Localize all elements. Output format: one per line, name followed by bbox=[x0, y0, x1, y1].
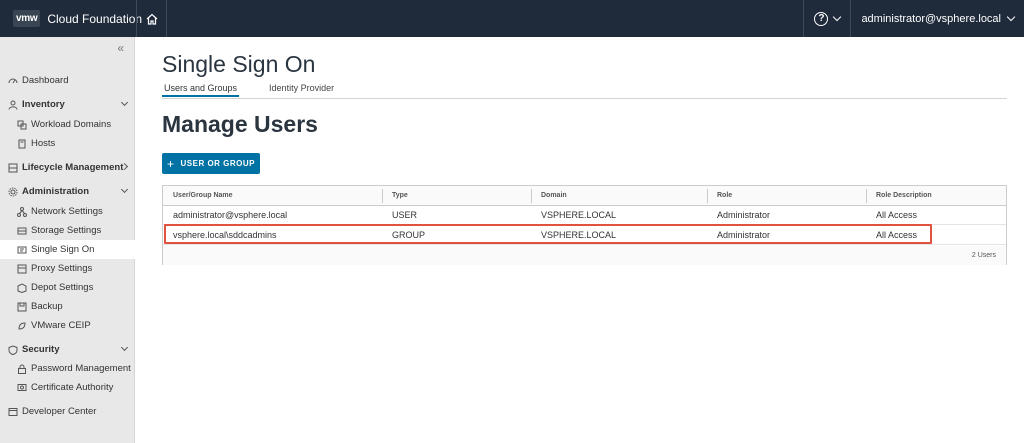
sidebar-item-label: Security bbox=[22, 344, 60, 355]
user-menu[interactable]: administrator@vsphere.local bbox=[851, 0, 1024, 37]
sso-icon bbox=[17, 245, 27, 255]
workload-domains-icon bbox=[17, 120, 27, 130]
sidebar: « Dashboard Inventory Workload Domains H… bbox=[0, 37, 135, 443]
grid-header: User/Group Name Type Domain Role Role De… bbox=[163, 186, 1006, 206]
sidebar-item-label: Administration bbox=[22, 186, 90, 197]
lifecycle-icon bbox=[8, 163, 18, 173]
column-header-type[interactable]: Type bbox=[382, 186, 408, 205]
administration-icon bbox=[8, 187, 18, 197]
table-row[interactable]: vsphere.local\sddcadmins GROUP VSPHERE.L… bbox=[163, 226, 1006, 245]
sidebar-item-hosts[interactable]: Hosts bbox=[0, 134, 135, 153]
sidebar-item-workload-domains[interactable]: Workload Domains bbox=[0, 115, 135, 134]
plus-icon: + bbox=[166, 156, 175, 171]
sidebar-item-label: Developer Center bbox=[22, 406, 97, 417]
brand[interactable]: vmw Cloud Foundation bbox=[0, 0, 142, 37]
inventory-icon bbox=[8, 100, 18, 110]
section-title: Manage Users bbox=[162, 111, 318, 137]
page-title: Single Sign On bbox=[162, 51, 316, 77]
sidebar-item-label: Certificate Authority bbox=[31, 382, 114, 393]
sidebar-item-label: Depot Settings bbox=[31, 282, 94, 293]
sidebar-item-network-settings[interactable]: Network Settings bbox=[0, 202, 135, 221]
main-content: Single Sign On Users and Groups Identity… bbox=[136, 37, 1024, 443]
sidebar-item-developer-center[interactable]: Developer Center bbox=[0, 402, 135, 421]
sidebar-group-administration[interactable]: Administration bbox=[0, 182, 135, 201]
sidebar-item-label: Backup bbox=[31, 301, 63, 312]
sidebar-item-certificate-authority[interactable]: Certificate Authority bbox=[0, 378, 135, 397]
chevron-down-icon bbox=[120, 185, 129, 194]
chevron-down-icon bbox=[120, 98, 129, 107]
sidebar-group-security[interactable]: Security bbox=[0, 340, 135, 359]
ceip-icon bbox=[17, 321, 27, 331]
sidebar-item-backup[interactable]: Backup bbox=[0, 297, 135, 316]
sidebar-item-label: Single Sign On bbox=[31, 244, 95, 255]
sidebar-item-label: Password Management bbox=[31, 363, 131, 374]
sidebar-item-label: Lifecycle Management bbox=[22, 162, 124, 173]
dashboard-icon bbox=[8, 76, 18, 86]
top-header: vmw Cloud Foundation ? administrator@vsp… bbox=[0, 0, 1024, 37]
tab-identity-provider[interactable]: Identity Provider bbox=[267, 83, 336, 97]
column-header-role-description[interactable]: Role Description bbox=[866, 186, 932, 205]
sidebar-item-vmware-ceip[interactable]: VMware CEIP bbox=[0, 316, 135, 335]
user-name: administrator@vsphere.local bbox=[861, 12, 1001, 25]
users-grid: User/Group Name Type Domain Role Role De… bbox=[162, 185, 1007, 265]
password-icon bbox=[17, 364, 27, 374]
cell-name: administrator@vsphere.local bbox=[173, 210, 288, 220]
home-icon bbox=[146, 13, 157, 25]
depot-icon bbox=[17, 282, 27, 293]
cell-type: USER bbox=[392, 210, 418, 220]
column-header-role[interactable]: Role bbox=[707, 186, 732, 205]
hosts-icon bbox=[17, 139, 27, 149]
storage-icon bbox=[17, 226, 27, 236]
sidebar-item-label: Proxy Settings bbox=[31, 263, 93, 274]
sidebar-item-dashboard[interactable]: Dashboard bbox=[0, 71, 135, 90]
collapse-sidebar-icon[interactable]: « bbox=[117, 41, 124, 55]
row-count: 2 Users bbox=[971, 252, 996, 259]
column-header-name[interactable]: User/Group Name bbox=[163, 186, 233, 205]
add-user-or-group-button[interactable]: + USER OR GROUP bbox=[162, 153, 260, 174]
sidebar-item-storage-settings[interactable]: Storage Settings bbox=[0, 221, 135, 240]
cell-domain: VSPHERE.LOCAL bbox=[541, 210, 617, 220]
sidebar-item-label: Storage Settings bbox=[31, 225, 102, 236]
sidebar-item-label: Dashboard bbox=[22, 75, 69, 86]
cell-role-description: All Access bbox=[876, 210, 918, 220]
grid-footer: 2 Users bbox=[163, 246, 1006, 265]
tab-divider bbox=[162, 98, 1007, 99]
cell-name: vsphere.local\sddcadmins bbox=[173, 230, 277, 240]
chevron-down-icon bbox=[833, 12, 842, 22]
cell-type: GROUP bbox=[392, 230, 426, 240]
certificate-icon bbox=[17, 383, 27, 393]
sidebar-item-label: VMware CEIP bbox=[31, 320, 91, 331]
tab-users-and-groups[interactable]: Users and Groups bbox=[162, 83, 240, 97]
home-button[interactable] bbox=[136, 0, 167, 37]
sidebar-item-label: Hosts bbox=[31, 138, 56, 149]
sidebar-item-label: Inventory bbox=[22, 99, 65, 110]
sidebar-item-password-management[interactable]: Password Management bbox=[0, 359, 135, 378]
help-menu[interactable]: ? bbox=[803, 0, 852, 37]
chevron-down-icon bbox=[120, 343, 129, 352]
chevron-down-icon bbox=[1006, 12, 1016, 22]
sidebar-item-label: Workload Domains bbox=[31, 119, 112, 130]
cell-role: Administrator bbox=[717, 230, 771, 240]
backup-icon bbox=[17, 302, 27, 312]
column-header-domain[interactable]: Domain bbox=[531, 186, 567, 205]
sidebar-group-inventory[interactable]: Inventory bbox=[0, 95, 135, 114]
table-row[interactable]: administrator@vsphere.local USER VSPHERE… bbox=[163, 206, 1006, 225]
sidebar-item-single-sign-on[interactable]: Single Sign On bbox=[0, 240, 135, 259]
sidebar-group-lifecycle[interactable]: Lifecycle Management bbox=[0, 158, 135, 177]
developer-icon bbox=[8, 407, 18, 417]
tab-bar: Users and Groups Identity Provider bbox=[162, 83, 364, 99]
cell-role: Administrator bbox=[717, 210, 771, 220]
security-icon bbox=[8, 344, 18, 355]
add-button-label: USER OR GROUP bbox=[180, 159, 256, 168]
help-icon: ? bbox=[814, 11, 829, 26]
cell-role-description: All Access bbox=[876, 230, 918, 240]
app-name: Cloud Foundation bbox=[47, 11, 143, 26]
sidebar-item-proxy-settings[interactable]: Proxy Settings bbox=[0, 259, 135, 278]
vmw-logo: vmw bbox=[13, 10, 41, 27]
network-icon bbox=[17, 206, 27, 217]
proxy-icon bbox=[17, 264, 27, 274]
sidebar-item-depot-settings[interactable]: Depot Settings bbox=[0, 278, 135, 297]
sidebar-item-label: Network Settings bbox=[31, 206, 103, 217]
cell-domain: VSPHERE.LOCAL bbox=[541, 230, 617, 240]
